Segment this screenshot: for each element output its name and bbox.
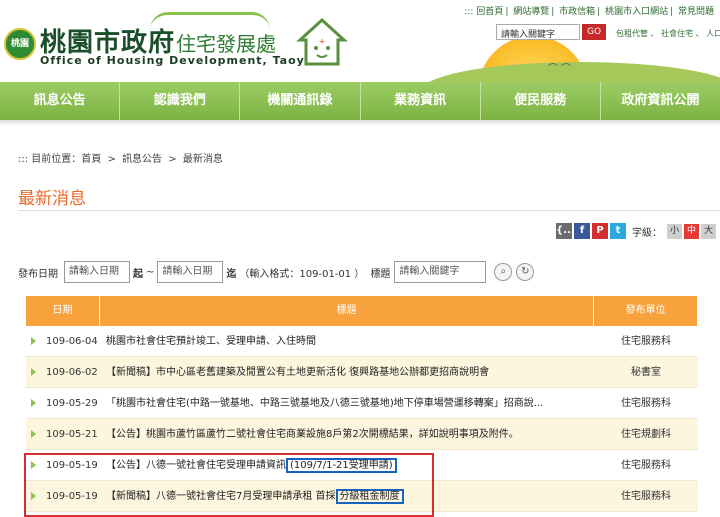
- search-go-button[interactable]: GO: [582, 24, 606, 40]
- row-title-link[interactable]: 【公告】八德一號社會住宅受理申請資訊 (109/7/1-21受理申請): [100, 450, 594, 480]
- arrow-bullet-icon: [31, 399, 36, 407]
- share-toolbar: {...} f P t 字級： 小 中 大: [556, 223, 716, 239]
- table-row[interactable]: 109-05-19 【公告】八德一號社會住宅受理申請資訊 (109/7/1-21受…: [26, 450, 698, 481]
- link-home[interactable]: ::: 回首頁: [464, 7, 503, 17]
- nav-item-announcements[interactable]: 訊息公告: [0, 82, 121, 120]
- date-filter-label: 發布日期: [18, 268, 58, 280]
- start-badge: 起: [133, 268, 143, 280]
- city-seal-logo[interactable]: 桃園: [4, 28, 36, 60]
- main-nav: 訊息公告 認識我們 機關通訊錄 業務資訊 便民服務 政府資訊公開: [0, 82, 720, 120]
- table-row[interactable]: 109-06-04 桃園市社會住宅預計竣工、受理申請、入住時間 住宅服務科: [26, 326, 698, 357]
- row-date: 109-05-29: [46, 398, 98, 409]
- row-title-link[interactable]: 【公告】桃園市蘆竹區蘆竹二號社會住宅商業設施8戶第2次開標結果，詳如說明事項及附…: [100, 419, 594, 449]
- row-title-text: 【公告】八德一號社會住宅受理申請資訊: [106, 460, 286, 471]
- logo-english: Office of Housing Development, Taoyuan: [40, 54, 331, 67]
- row-date: 109-05-21: [46, 429, 98, 440]
- svg-text:+: +: [319, 37, 326, 46]
- keyword-input[interactable]: 請輸入關鍵字: [394, 261, 487, 283]
- row-date: 109-05-19: [46, 460, 98, 471]
- birds-icon: ⌒ ⌒: [548, 64, 572, 75]
- breadcrumb-level2: 最新消息: [182, 154, 223, 165]
- row-title-link[interactable]: 桃園市社會住宅預計竣工、受理申請、入住時間: [100, 326, 594, 356]
- row-unit: 住宅服務科: [621, 491, 671, 502]
- arrow-bullet-icon: [31, 430, 36, 438]
- end-badge: 迄: [226, 268, 237, 280]
- plurk-share-icon[interactable]: {...}: [556, 223, 582, 239]
- highlight-period: (109/7/1-21受理申請): [286, 458, 397, 473]
- house-mascot-icon: +: [296, 17, 348, 66]
- link-portal[interactable]: 桃園市入口網站: [605, 7, 668, 17]
- link-mailbox[interactable]: 市政信箱: [559, 7, 595, 17]
- row-unit: 秘書室: [631, 367, 661, 378]
- top-utility-links: ::: 回首頁 | 網站導覽 | 市政信箱 | 桃園市入口網站 | 常見問題: [464, 7, 714, 17]
- breadcrumb-separator: >: [168, 154, 177, 165]
- nav-item-directory[interactable]: 機關通訊錄: [240, 82, 361, 120]
- font-medium-button[interactable]: 中: [684, 223, 699, 239]
- row-title-link[interactable]: 【新聞稿】市中心區老舊建築及閒置公有土地更新活化 復興路基地公辦都更招商說明會: [100, 357, 594, 387]
- table-row[interactable]: 109-06-02 【新聞稿】市中心區老舊建築及閒置公有土地更新活化 復興路基地…: [26, 357, 698, 388]
- news-table: 日期 標題 發布單位 109-06-04 桃園市社會住宅預計竣工、受理申請、入住…: [26, 296, 698, 512]
- date-format-hint: （輸入格式：109-01-01 ）: [239, 268, 365, 280]
- nav-shadow: [0, 120, 720, 126]
- column-header-date: 日期: [26, 296, 100, 326]
- row-date: 109-06-04: [46, 336, 98, 347]
- nav-item-open-info[interactable]: 政府資訊公開: [601, 82, 720, 120]
- row-date: 109-06-02: [46, 367, 98, 378]
- font-small-button[interactable]: 小: [667, 223, 682, 239]
- quick-links[interactable]: 包租代管 、 社會住宅 、 人口: [616, 28, 720, 39]
- table-header: 日期 標題 發布單位: [26, 296, 698, 326]
- row-date: 109-05-19: [46, 491, 98, 502]
- search-icon[interactable]: ⌕: [494, 263, 513, 281]
- highlight-rent-system: 分級租金制度: [335, 489, 404, 504]
- keyword-label: 標題: [370, 268, 391, 280]
- link-faq[interactable]: 常見問題: [678, 7, 714, 17]
- breadcrumb: ::: 目前位置：首頁 > 訊息公告 > 最新消息: [18, 150, 223, 165]
- search-filter: 發布日期 請輸入日期 起 ~ 請輸入日期 迄 （輸入格式：109-01-01 ）…: [18, 261, 535, 283]
- font-size-label: 字級：: [632, 227, 662, 239]
- title-divider: [18, 210, 720, 211]
- column-header-title: 標題: [100, 296, 594, 326]
- column-header-unit: 發布單位: [594, 296, 698, 326]
- row-title-link[interactable]: 「桃園市社會住宅(中路一號基地、中路三號基地及八德三號基地)地下停車場營運移轉案…: [100, 388, 594, 418]
- arrow-bullet-icon: [31, 368, 36, 376]
- end-date-input[interactable]: 請輸入日期: [157, 261, 224, 283]
- table-row[interactable]: 109-05-21 【公告】桃園市蘆竹區蘆竹二號社會住宅商業設施8戶第2次開標結…: [26, 419, 698, 450]
- row-unit: 住宅服務科: [621, 398, 671, 409]
- breadcrumb-accesskey[interactable]: :::: [18, 154, 28, 165]
- facebook-share-icon[interactable]: f: [574, 223, 590, 239]
- nav-item-business[interactable]: 業務資訊: [361, 82, 481, 120]
- row-unit: 住宅服務科: [621, 336, 671, 347]
- site-header: ⌒ ⌒ 桃園 桃園市政府 住宅發展處 Office of Housing Dev…: [0, 0, 720, 82]
- site-search-input[interactable]: 請輸入關鍵字: [496, 24, 580, 40]
- table-row[interactable]: 109-05-19 【新聞稿】八德一號社會住宅7月受理申請承租 首採 分級租金制度…: [26, 481, 698, 512]
- breadcrumb-label: 目前位置：: [31, 154, 82, 165]
- logo-subtitle: 住宅發展處: [176, 32, 276, 56]
- arrow-bullet-icon: [31, 337, 36, 345]
- tilde-separator: ~: [146, 266, 155, 278]
- breadcrumb-separator: >: [107, 154, 116, 165]
- arrow-bullet-icon: [31, 461, 36, 469]
- plurk-p-share-icon[interactable]: P: [592, 223, 608, 239]
- link-sitemap[interactable]: 網站導覽: [513, 7, 549, 17]
- breadcrumb-home[interactable]: 首頁: [81, 154, 101, 165]
- nav-item-services[interactable]: 便民服務: [481, 82, 601, 120]
- table-row[interactable]: 109-05-29 「桃園市社會住宅(中路一號基地、中路三號基地及八德三號基地)…: [26, 388, 698, 419]
- twitter-share-icon[interactable]: t: [610, 223, 626, 239]
- breadcrumb-level1[interactable]: 訊息公告: [122, 154, 162, 165]
- row-unit: 住宅規劃科: [621, 429, 671, 440]
- page-title: 最新消息: [18, 189, 86, 209]
- reset-icon[interactable]: ↻: [516, 263, 535, 281]
- arrow-bullet-icon: [31, 492, 36, 500]
- font-large-button[interactable]: 大: [701, 223, 716, 239]
- row-title-text: 【新聞稿】八德一號社會住宅7月受理申請承租 首採: [106, 491, 336, 502]
- nav-item-about[interactable]: 認識我們: [120, 82, 241, 120]
- start-date-input[interactable]: 請輸入日期: [64, 261, 130, 283]
- row-unit: 住宅服務科: [621, 460, 671, 471]
- row-title-link[interactable]: 【新聞稿】八德一號社會住宅7月受理申請承租 首採 分級租金制度: [100, 481, 594, 511]
